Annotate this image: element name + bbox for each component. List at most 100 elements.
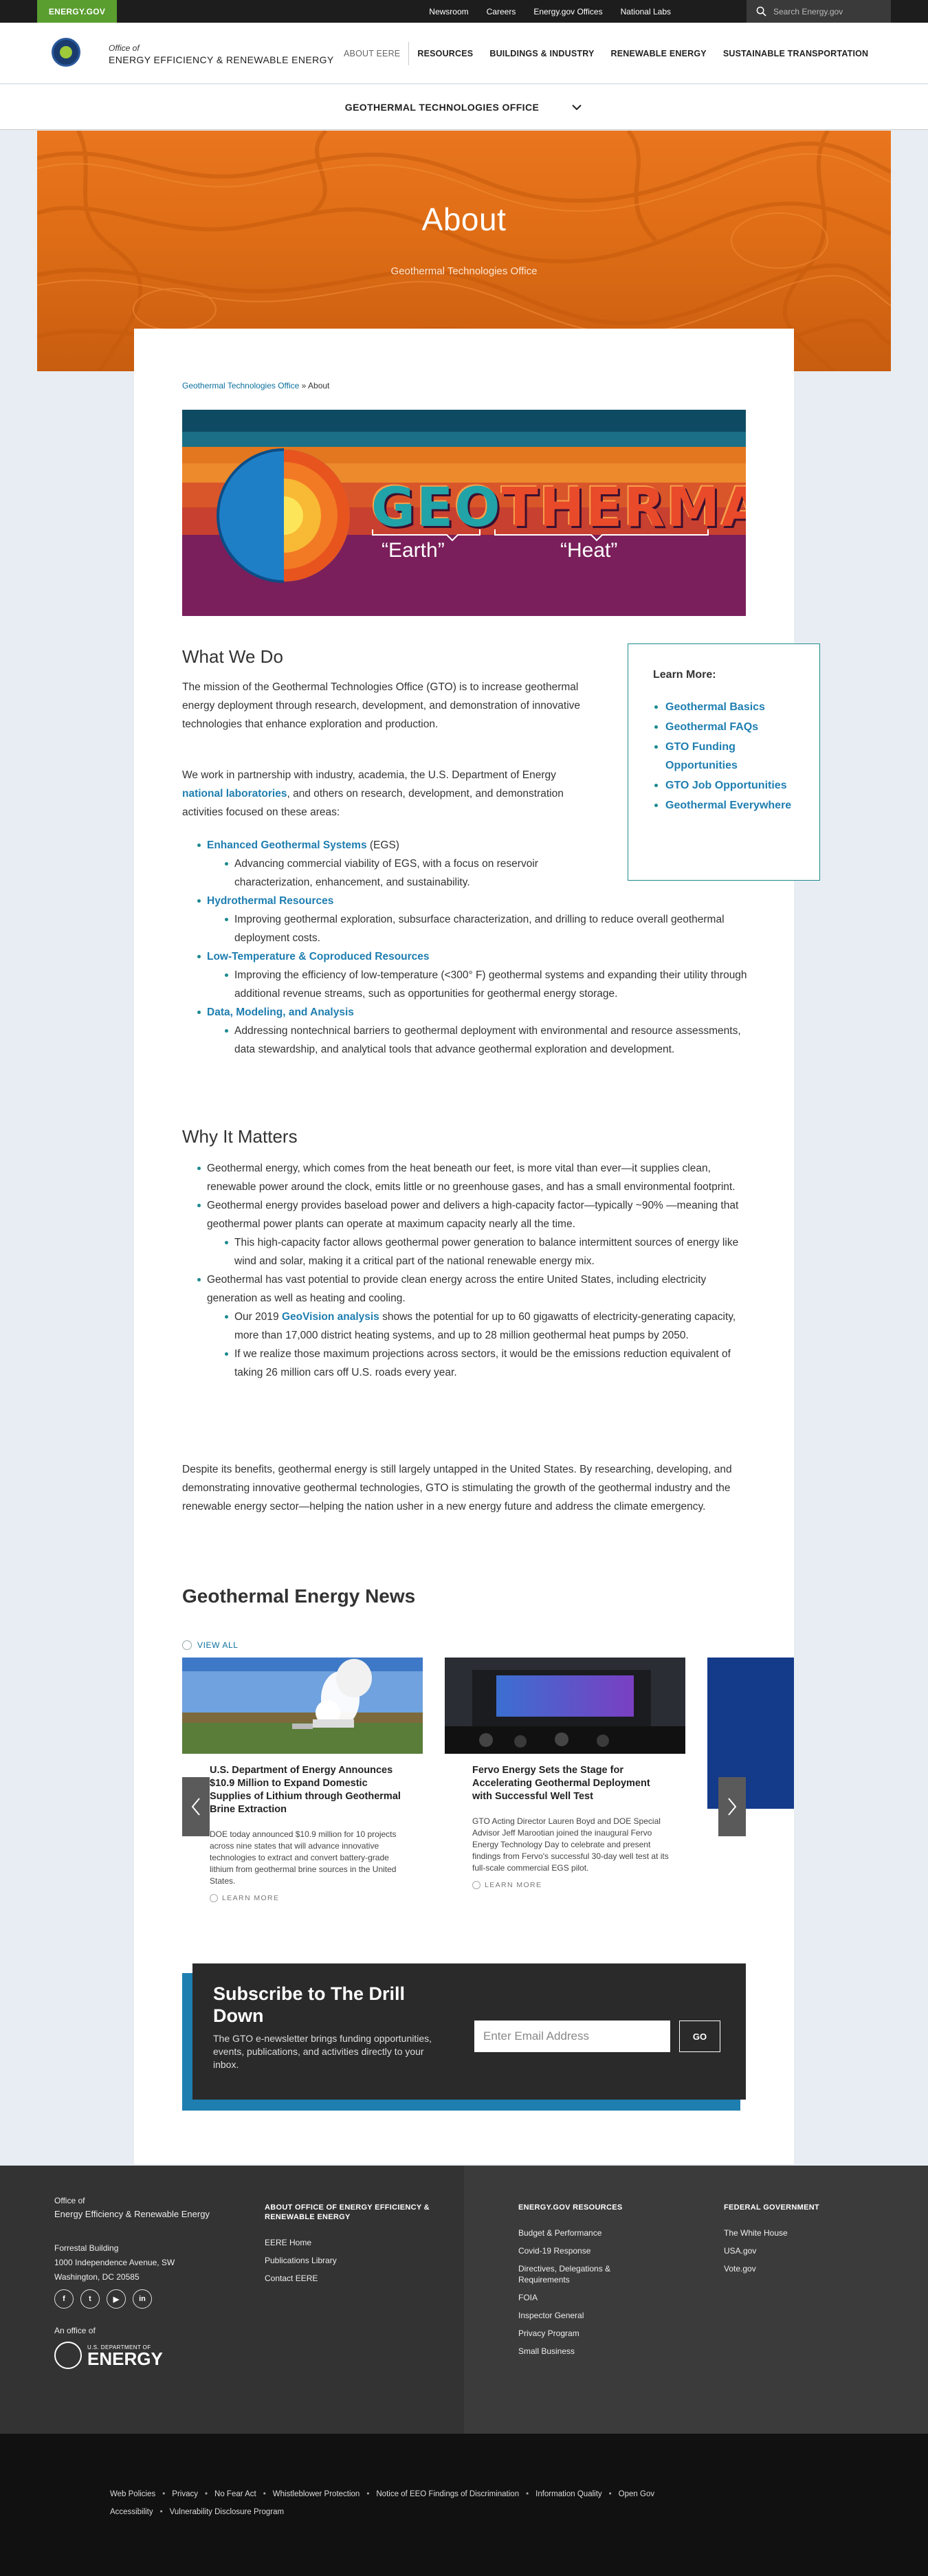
footer-link[interactable]: Covid-19 Response (518, 2245, 656, 2256)
utility-link-offices[interactable]: Energy.gov Offices (533, 7, 602, 16)
news-card-title[interactable]: U.S. Department of Energy Announces $10.… (210, 1764, 409, 1816)
footer-link[interactable]: USA.gov (724, 2245, 861, 2256)
learn-more-label[interactable]: LEARN MORE (485, 1881, 542, 1889)
learn-more-link[interactable]: Geothermal Everywhere (665, 800, 791, 811)
learn-more-link[interactable]: LEARN MORE (210, 1894, 409, 1902)
footer-link[interactable]: FOIA (518, 2292, 656, 2303)
learn-more-link[interactable]: GTO Funding Opportunities (665, 741, 738, 771)
address-line: Washington, DC 20585 (54, 2272, 140, 2282)
linkedin-icon[interactable]: in (133, 2289, 152, 2309)
footer-col-title: ABOUT OFFICE OF ENERGY EFFICIENCY & RENE… (265, 2203, 430, 2221)
list-item: Data, Modeling, and Analysis Addressing … (182, 1003, 753, 1059)
legal-link[interactable]: Privacy (172, 2490, 198, 2498)
page-title: About (421, 201, 507, 237)
footer-link[interactable]: Vote.gov (724, 2263, 861, 2274)
list-item: Enhanced Geothermal Systems (EGS) Advanc… (182, 836, 753, 892)
nav-about-eere[interactable]: ABOUT EERE (335, 42, 410, 65)
footer-link[interactable]: Directives, Delegations & Requirements (518, 2263, 656, 2285)
chevron-right-icon (728, 1798, 737, 1816)
learn-more-link[interactable]: GTO Job Opportunities (665, 780, 787, 791)
carousel-prev-button[interactable] (182, 1777, 210, 1836)
news-card-body: U.S. Department of Energy Announces $10.… (210, 1764, 409, 1902)
footer-link[interactable]: Small Business (518, 2346, 656, 2357)
nav-resources[interactable]: RESOURCES (409, 42, 481, 65)
utility-link-newsroom[interactable]: Newsroom (429, 7, 468, 16)
data-modeling-link[interactable]: Data, Modeling, and Analysis (207, 1006, 354, 1018)
view-all-link[interactable]: VIEW ALL (182, 1640, 239, 1650)
banner-caption-earth: “Earth” (382, 539, 445, 562)
footer-office-name[interactable]: Energy Efficiency & Renewable Energy (54, 2208, 210, 2221)
legal-links-row-1: Web Policies • Privacy • No Fear Act • Whis… (110, 2490, 654, 2498)
chevron-left-icon (191, 1798, 200, 1816)
view-all-label[interactable]: VIEW ALL (197, 1640, 239, 1650)
geovision-link[interactable]: GeoVision analysis (282, 1311, 379, 1323)
utility-link-careers[interactable]: Careers (487, 7, 516, 16)
footer-col-title: ENERGY.GOV RESOURCES (518, 2203, 623, 2212)
nav-renewable-energy[interactable]: RENEWABLE ENERGY (603, 42, 715, 65)
site-footer: Office of Energy Efficiency & Renewable … (0, 2166, 928, 2434)
youtube-icon[interactable]: ▶ (107, 2289, 126, 2309)
nav-sustainable-transportation[interactable]: SUSTAINABLE TRANSPORTATION (715, 42, 876, 65)
search-icon[interactable] (756, 6, 766, 16)
breadcrumb-parent[interactable]: Geothermal Technologies Office (182, 381, 299, 390)
office-name[interactable]: ENERGY EFFICIENCY & RENEWABLE ENERGY (109, 54, 334, 65)
footer-link[interactable]: Inspector General (518, 2310, 656, 2321)
footer-link[interactable]: Contact EERE (265, 2273, 437, 2284)
nav-buildings-industry[interactable]: BUILDINGS & INDUSTRY (481, 42, 602, 65)
email-field[interactable] (474, 2021, 670, 2052)
footer-office: Office of Energy Efficiency & Renewable … (54, 2194, 210, 2221)
legal-link[interactable]: Vulnerability Disclosure Program (170, 2508, 284, 2516)
search-input[interactable] (773, 6, 876, 16)
energy-gov-logo[interactable]: ENERGY.GOV (37, 0, 117, 23)
learn-more-link[interactable]: LEARN MORE (472, 1881, 672, 1889)
why-point-2: Geothermal energy provides baseload powe… (207, 1200, 739, 1230)
doe-seal-icon[interactable] (52, 38, 80, 67)
news-card[interactable]: Fervo Energy Sets the Stage for Accelera… (445, 1658, 685, 1946)
legal-link[interactable]: No Fear Act (214, 2490, 256, 2498)
utility-links: Newsroom Careers Energy.gov Offices Nati… (429, 0, 671, 23)
national-labs-link[interactable]: national laboratories (182, 788, 287, 800)
subscribe-go-button[interactable]: GO (679, 2021, 720, 2052)
carousel-next-button[interactable] (718, 1777, 746, 1836)
office-menu-label[interactable]: GEOTHERMAL TECHNOLOGIES OFFICE (345, 102, 539, 113)
chevron-down-icon[interactable] (571, 101, 583, 113)
footer-link[interactable]: Publications Library (265, 2255, 437, 2266)
hydrothermal-link[interactable]: Hydrothermal Resources (207, 895, 333, 907)
learn-more-title: Learn More: (653, 669, 716, 681)
list-item: Geothermal energy provides baseload powe… (182, 1196, 753, 1270)
separator-dot: • (162, 2490, 166, 2498)
legal-link[interactable]: Notice of EEO Findings of Discrimination (376, 2490, 519, 2498)
news-card[interactable]: U.S. Department of Energy Announces $10.… (182, 1658, 423, 1946)
egs-link[interactable]: Enhanced Geothermal Systems (207, 839, 367, 851)
circle-icon (182, 1640, 192, 1650)
list-item: GTO Job Opportunities (653, 776, 795, 795)
focus-areas-list: Enhanced Geothermal Systems (EGS) Advanc… (182, 836, 753, 1059)
learn-more-link[interactable]: Geothermal FAQs (665, 721, 758, 733)
footer-link[interactable]: Privacy Program (518, 2328, 656, 2339)
what-we-do-heading: What We Do (182, 646, 283, 667)
why-it-matters-heading: Why It Matters (182, 1126, 298, 1147)
legal-links-row-2: Accessibility • Vulnerability Disclosure … (110, 2508, 284, 2516)
partnership-text-a: We work in partnership with industry, ac… (182, 769, 556, 781)
footer-col-federal: FEDERAL GOVERNMENT The White House USA.g… (724, 2203, 861, 2281)
legal-link[interactable]: Accessibility (110, 2508, 153, 2516)
legal-link[interactable]: Open Gov (619, 2490, 654, 2498)
news-image-geothermal-plant (182, 1658, 423, 1754)
news-carousel: U.S. Department of Energy Announces $10.… (182, 1658, 794, 1946)
office-of-label: Office of (109, 43, 140, 53)
news-card-title[interactable]: Fervo Energy Sets the Stage for Accelera… (472, 1764, 672, 1803)
legal-link[interactable]: Whistleblower Protection (273, 2490, 360, 2498)
learn-more-label[interactable]: LEARN MORE (222, 1894, 279, 1902)
footer-link[interactable]: EERE Home (265, 2237, 437, 2248)
footer-link[interactable]: The White House (724, 2227, 861, 2238)
utility-link-labs[interactable]: National Labs (621, 7, 671, 16)
legal-link[interactable]: Web Policies (110, 2490, 155, 2498)
footer-link[interactable]: Budget & Performance (518, 2227, 656, 2238)
office-menu-bar[interactable]: GEOTHERMAL TECHNOLOGIES OFFICE (0, 85, 928, 130)
learn-more-link[interactable]: Geothermal Basics (665, 701, 765, 713)
low-temperature-link[interactable]: Low-Temperature & Coproduced Resources (207, 951, 430, 962)
legal-link[interactable]: Information Quality (535, 2490, 602, 2498)
twitter-icon[interactable]: t (80, 2289, 100, 2309)
facebook-icon[interactable]: f (54, 2289, 74, 2309)
doe-logo[interactable]: U.S. DEPARTMENT OF ENERGY (54, 2342, 163, 2369)
